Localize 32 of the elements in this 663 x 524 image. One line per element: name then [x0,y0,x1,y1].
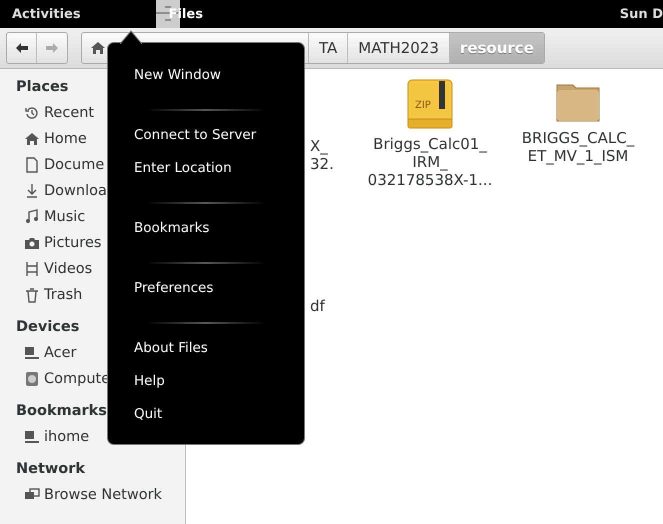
forward-arrow-icon [45,42,59,54]
menu-item[interactable]: Bookmarks [134,216,304,249]
download-icon [24,183,40,199]
computer-icon [24,429,40,445]
menu-item[interactable]: New Window [134,63,304,96]
sidebar-heading: Network [16,461,86,477]
sidebar-heading: Bookmarks [16,403,107,419]
path-button[interactable]: TA [308,33,348,63]
menu-item[interactable]: About Files [134,336,304,369]
home-icon [90,40,106,56]
history-icon [24,105,40,121]
home-icon [24,131,40,147]
app-menu-button[interactable]: Files [168,6,203,22]
back-arrow-icon [14,42,28,54]
film-icon [24,261,40,277]
file-name[interactable]: X_ 32. [310,137,334,173]
sidebar-item[interactable]: Recent [16,100,185,126]
activities-button[interactable]: Activities [12,6,81,22]
menu-item[interactable]: Help [134,369,304,402]
clock[interactable]: Sun D [620,6,663,22]
file-name[interactable]: Briggs_Calc01_ IRM_ 032178538X-1... [368,135,492,189]
sidebar-heading: Places [16,79,68,95]
sidebar-heading: Devices [16,319,80,335]
document-icon [24,157,40,173]
file-name[interactable]: BRIGGS_CALC_ ET_MV_1_ISM [522,129,634,165]
camera-icon [24,235,40,251]
menu-item[interactable]: Connect to Server [134,123,304,156]
music-icon [24,209,40,225]
sidebar-item[interactable]: Browse Network [16,482,185,508]
trash-icon [24,287,40,303]
computer-icon [24,345,40,361]
file-name[interactable]: df [310,297,325,315]
